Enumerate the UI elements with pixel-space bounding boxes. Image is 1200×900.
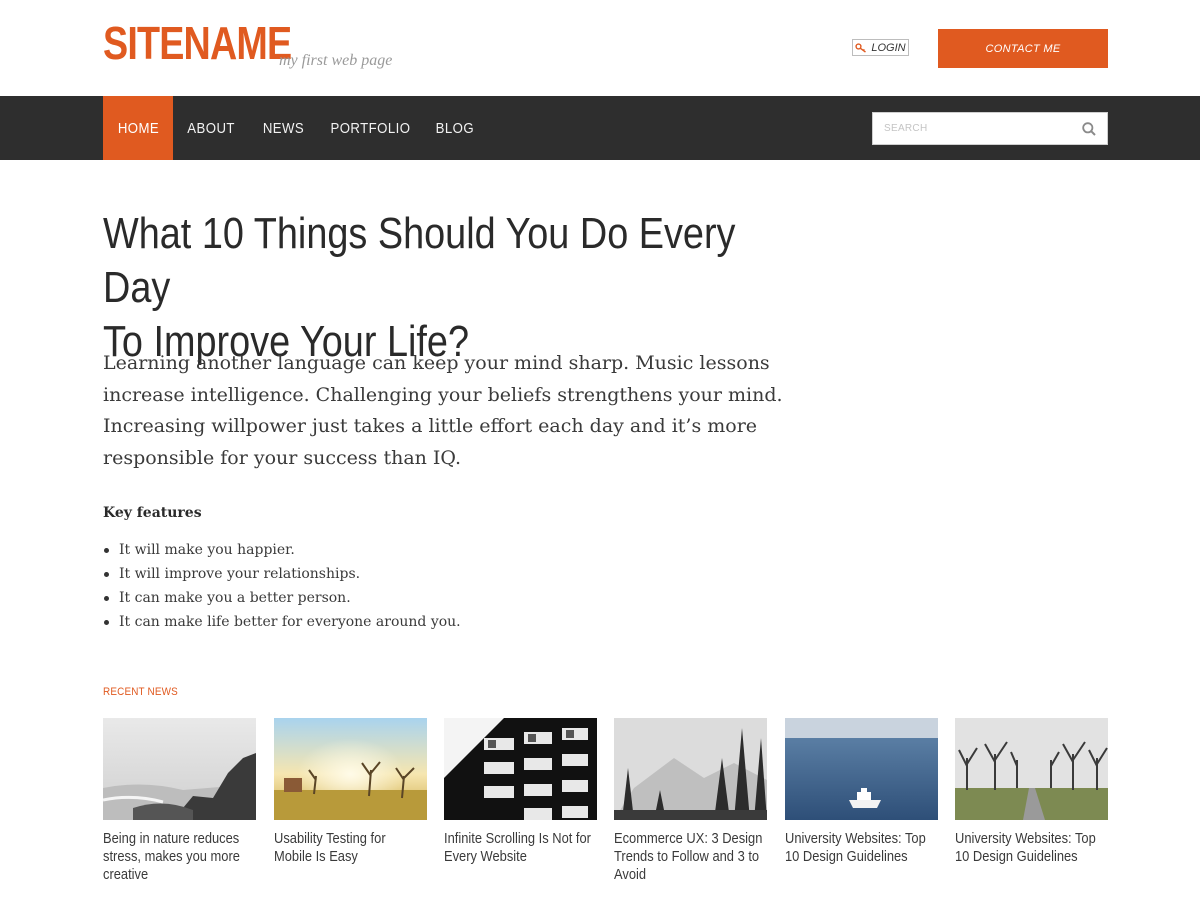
news-title[interactable]: Infinite Scrolling Is Not for Every Webs… xyxy=(444,830,595,866)
list-item: It will improve your relationships. xyxy=(103,562,461,586)
search-icon[interactable] xyxy=(1081,121,1097,137)
news-card[interactable]: Usability Testing for Mobile Is Easy xyxy=(274,718,427,866)
news-thumbnail[interactable] xyxy=(274,718,427,820)
search-box xyxy=(872,112,1108,145)
list-item: It will make you happier. xyxy=(103,538,461,562)
login-label: LOGIN xyxy=(871,41,906,54)
nav-item-home[interactable]: HOME xyxy=(103,96,173,160)
site-header: SITENAME my first web page LOGIN CONTACT… xyxy=(0,0,1200,96)
nav-item-about[interactable]: ABOUT xyxy=(180,96,242,160)
nav-item-news[interactable]: NEWS xyxy=(256,96,310,160)
list-item: It can make you a better person. xyxy=(103,586,461,610)
list-item: It can make life better for everyone aro… xyxy=(103,610,461,634)
news-thumbnail[interactable] xyxy=(955,718,1108,820)
key-icon xyxy=(855,42,867,53)
search-input[interactable] xyxy=(873,113,1073,144)
news-thumbnail[interactable] xyxy=(614,718,767,820)
news-thumbnail[interactable] xyxy=(103,718,256,820)
news-thumbnail[interactable] xyxy=(444,718,597,820)
site-tagline: my first web page xyxy=(279,52,393,69)
features-list: It will make you happier. It will improv… xyxy=(103,538,461,634)
news-title[interactable]: University Websites: Top 10 Design Guide… xyxy=(955,830,1106,866)
news-card[interactable]: Being in nature reduces stress, makes yo… xyxy=(103,718,256,884)
nav-item-blog[interactable]: BLOG xyxy=(430,96,480,160)
news-card[interactable]: University Websites: Top 10 Design Guide… xyxy=(955,718,1108,866)
news-card[interactable]: Infinite Scrolling Is Not for Every Webs… xyxy=(444,718,597,866)
news-card[interactable]: University Websites: Top 10 Design Guide… xyxy=(785,718,938,866)
recent-news-label: RECENT NEWS xyxy=(103,686,178,698)
features-heading: Key features xyxy=(103,505,202,521)
nav-item-portfolio[interactable]: PORTFOLIO xyxy=(324,96,416,160)
site-logo[interactable]: SITENAME xyxy=(103,20,292,66)
news-thumbnail[interactable] xyxy=(785,718,938,820)
article-title-line-1: What 10 Things Should You Do Every Day xyxy=(103,209,736,312)
article-lead: Learning another language can keep your … xyxy=(103,352,783,469)
news-title[interactable]: Being in nature reduces stress, makes yo… xyxy=(103,830,254,884)
news-title[interactable]: University Websites: Top 10 Design Guide… xyxy=(785,830,936,866)
news-title[interactable]: Usability Testing for Mobile Is Easy xyxy=(274,830,425,866)
news-card[interactable]: Ecommerce UX: 3 Design Trends to Follow … xyxy=(614,718,767,884)
news-title[interactable]: Ecommerce UX: 3 Design Trends to Follow … xyxy=(614,830,765,884)
article-title: What 10 Things Should You Do Every Day T… xyxy=(103,207,757,369)
login-link[interactable]: LOGIN xyxy=(852,39,909,56)
contact-me-button[interactable]: CONTACT ME xyxy=(938,29,1108,68)
